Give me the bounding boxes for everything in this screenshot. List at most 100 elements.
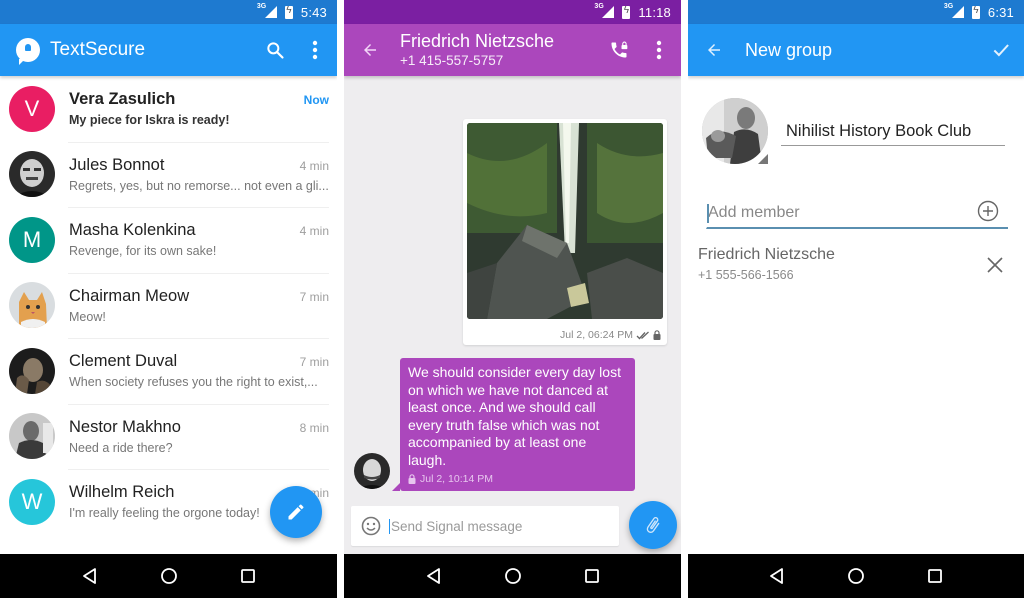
delivered-double-check-icon bbox=[636, 331, 649, 339]
overflow-menu-button[interactable] bbox=[639, 30, 679, 70]
arrow-back-icon bbox=[708, 44, 720, 56]
attach-button[interactable] bbox=[629, 501, 677, 549]
home-circle-icon bbox=[848, 568, 864, 584]
inbox-screen: 3G 5:43 TextSecure V Vera Zasulich Now My… bbox=[0, 0, 337, 598]
textsecure-logo-icon bbox=[16, 38, 40, 65]
timestamp: Now bbox=[303, 93, 329, 108]
contact-name: Jules Bonnot bbox=[69, 155, 165, 174]
member-list-item: Friedrich Nietzsche +1 555-566-1566 bbox=[698, 246, 1014, 290]
new-group-screen: 3G 6:31 New group Friedrich Nietzsche +1… bbox=[688, 0, 1024, 598]
recents-nav-button[interactable] bbox=[923, 564, 947, 588]
confirm-button[interactable] bbox=[979, 28, 1023, 72]
secure-call-button[interactable] bbox=[599, 30, 639, 70]
message-input[interactable] bbox=[389, 518, 619, 534]
app-bar: New group bbox=[688, 24, 1024, 76]
waterfall-photo[interactable] bbox=[467, 123, 663, 319]
back-triangle-icon bbox=[82, 568, 96, 584]
back-button[interactable] bbox=[344, 24, 396, 76]
home-nav-button[interactable] bbox=[844, 564, 868, 588]
contact-avatar[interactable] bbox=[354, 453, 390, 489]
conversation-item[interactable]: Jules Bonnot 4 min Regrets, yes, but no r… bbox=[0, 141, 337, 208]
paperclip-icon bbox=[646, 517, 660, 533]
app-title: TextSecure bbox=[50, 39, 146, 60]
search-button[interactable] bbox=[255, 30, 295, 70]
overflow-menu-button[interactable] bbox=[295, 30, 335, 70]
avatar bbox=[9, 151, 55, 198]
conversation-item[interactable]: Clement Duval 7 min When society refuses … bbox=[0, 338, 337, 404]
avatar-letter: V bbox=[24, 95, 40, 121]
message-snippet: When society refuses you the right to ex… bbox=[69, 375, 318, 390]
group-name-input[interactable] bbox=[781, 118, 1005, 146]
signal-icon: 3G bbox=[944, 3, 964, 18]
page-title: New group bbox=[745, 39, 833, 60]
message-meta: Jul 2, 10:14 PM bbox=[408, 473, 627, 485]
conversation-item[interactable]: V Vera Zasulich Now My piece for Iskra is… bbox=[0, 76, 337, 142]
member-name: Friedrich Nietzsche bbox=[698, 246, 835, 263]
incoming-text-message[interactable]: We should consider every day lost on whi… bbox=[392, 358, 635, 491]
timestamp: 4 min bbox=[299, 224, 329, 239]
timestamp: 4 min bbox=[299, 158, 329, 173]
back-nav-button[interactable] bbox=[422, 564, 446, 588]
conversation-item[interactable]: Chairman Meow 7 min Meow! bbox=[0, 272, 337, 339]
emoji-button[interactable] bbox=[361, 516, 381, 536]
avatar-letter: M bbox=[22, 226, 42, 252]
conversation-item[interactable]: Nestor Makhno 8 min Need a ride there? bbox=[0, 403, 337, 470]
cat-photo-icon bbox=[9, 282, 55, 329]
contact-name: Nestor Makhno bbox=[69, 417, 181, 436]
search-icon bbox=[267, 42, 284, 59]
status-bar: 3G 6:31 bbox=[688, 0, 1024, 24]
outgoing-image-message[interactable]: Jul 2, 06:24 PM bbox=[463, 119, 667, 345]
home-nav-button[interactable] bbox=[501, 564, 525, 588]
home-circle-icon bbox=[160, 568, 177, 584]
add-member-button[interactable] bbox=[975, 198, 1001, 224]
remove-member-button[interactable] bbox=[982, 252, 1008, 278]
status-time: 6:31 bbox=[987, 4, 1014, 20]
message-snippet: Regrets, yes, but no remorse... not even… bbox=[69, 178, 329, 193]
message-snippet: Need a ride there? bbox=[69, 440, 173, 455]
message-composer bbox=[351, 506, 619, 546]
status-bar: 3G 5:43 bbox=[0, 0, 337, 24]
home-nav-button[interactable] bbox=[157, 564, 181, 588]
message-timestamp: Jul 2, 10:14 PM bbox=[420, 473, 493, 485]
back-triangle-icon bbox=[426, 568, 440, 584]
lock-icon bbox=[653, 330, 661, 340]
add-circle-icon bbox=[977, 200, 999, 222]
contact-name: Chairman Meow bbox=[69, 286, 190, 305]
recents-nav-button[interactable] bbox=[236, 564, 260, 588]
add-member-input[interactable] bbox=[706, 198, 1008, 229]
close-icon bbox=[987, 257, 1003, 273]
avatar bbox=[9, 413, 55, 460]
home-circle-icon bbox=[504, 568, 521, 584]
contact-name: Friedrich Nietzsche bbox=[400, 30, 555, 51]
conversation-item[interactable]: M Masha Kolenkina 4 min Revenge, for its … bbox=[0, 207, 337, 273]
back-triangle-icon bbox=[770, 568, 784, 584]
contact-number: +1 415-557-5757 bbox=[400, 52, 504, 68]
portrait-photo-icon bbox=[354, 453, 390, 489]
pencil-icon bbox=[288, 504, 304, 520]
status-time: 5:43 bbox=[300, 4, 327, 20]
app-bar: Friedrich Nietzsche +1 415-557-5757 bbox=[344, 24, 681, 76]
back-nav-button[interactable] bbox=[78, 564, 102, 588]
message-timestamp: Jul 2, 06:24 PM bbox=[560, 329, 633, 341]
message-meta: Jul 2, 06:24 PM bbox=[560, 329, 661, 341]
compose-button[interactable] bbox=[270, 486, 322, 538]
avatar bbox=[9, 282, 55, 329]
system-nav-bar bbox=[0, 554, 337, 598]
text-cursor bbox=[707, 204, 709, 223]
avatar: M bbox=[9, 216, 55, 263]
message-text: We should consider every day lost on whi… bbox=[408, 364, 621, 468]
contact-name: Clement Duval bbox=[69, 352, 178, 371]
recents-nav-button[interactable] bbox=[580, 564, 604, 588]
signal-icon: 3G bbox=[594, 3, 615, 18]
battery-charging-icon bbox=[971, 5, 980, 19]
check-icon bbox=[993, 44, 1009, 57]
recents-square-icon bbox=[240, 569, 255, 583]
back-button[interactable] bbox=[688, 24, 740, 76]
conversation-list: V Vera Zasulich Now My piece for Iskra is… bbox=[0, 76, 337, 535]
back-nav-button[interactable] bbox=[765, 564, 789, 588]
status-time: 11:18 bbox=[638, 4, 671, 20]
more-vert-icon bbox=[312, 40, 318, 60]
message-snippet: Revenge, for its own sake! bbox=[69, 244, 217, 259]
message-snippet: Meow! bbox=[69, 309, 106, 324]
status-bar: 3G 11:18 bbox=[344, 0, 681, 24]
